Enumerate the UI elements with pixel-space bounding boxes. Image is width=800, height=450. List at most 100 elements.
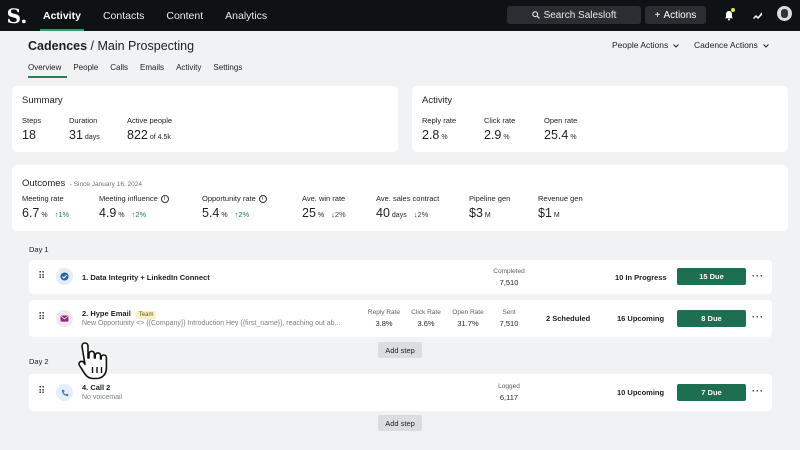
stat-duration: Duration 31 days (69, 116, 100, 142)
stat-label: Revenue gen (538, 194, 583, 203)
stat-label: Meeting influence (99, 194, 158, 203)
stat-value: 18 (22, 128, 36, 142)
delta-down: ↓2% (413, 210, 429, 219)
avatar[interactable] (777, 6, 792, 21)
outcomes-header: Outcomes - Since January 16, 2024 (22, 173, 142, 191)
salesloft-logo[interactable]: S. (2, 0, 32, 31)
stat-meeting-influence: Meeting influence i 4.9% ↑2% (99, 194, 169, 220)
tab-people[interactable]: People (67, 63, 104, 78)
stat-label: Meeting rate (22, 194, 64, 203)
outcomes-title: Outcomes (22, 178, 66, 189)
tab-settings[interactable]: Settings (207, 63, 248, 78)
search-button[interactable]: Search Salesloft (507, 6, 641, 24)
breadcrumb-current: / Main Prospecting (87, 39, 195, 53)
nav-tab-analytics[interactable]: Analytics (214, 0, 278, 31)
more-icon[interactable]: ··· (752, 271, 764, 281)
people-actions-dropdown[interactable]: People Actions (612, 40, 680, 50)
step-row[interactable]: ⠿ 1. Data Integrity + LinkedIn Connect C… (29, 260, 772, 294)
cadence-actions-dropdown[interactable]: Cadence Actions (694, 40, 769, 50)
drag-handle-icon[interactable]: ⠿ (38, 312, 45, 323)
drag-handle-icon[interactable]: ⠿ (38, 386, 45, 397)
step-row[interactable]: ⠿ 4. Call 2 No voicemail Logged 6,117 10… (29, 374, 772, 411)
actions-button[interactable]: + Actions (645, 6, 706, 24)
summary-title: Summary (22, 95, 63, 106)
stat-reply-rate: Reply rate 2.8% (422, 116, 456, 142)
tab-activity[interactable]: Activity (170, 63, 207, 78)
page-title: Cadences / Main Prospecting (28, 39, 194, 53)
stat-value: 31 (69, 128, 83, 142)
stat-label: Active people (127, 116, 173, 125)
scheduled-count[interactable]: 2 Scheduled (546, 314, 590, 323)
metric-label: Completed (493, 268, 525, 275)
activity-card: Activity Reply rate 2.8% Click rate 2.9%… (412, 86, 788, 152)
step-title[interactable]: 1. Data Integrity + LinkedIn Connect (82, 273, 210, 282)
stat-value: $3 (469, 206, 483, 220)
upcoming-count[interactable]: 10 Upcoming (617, 388, 664, 397)
tab-overview[interactable]: Overview (28, 63, 68, 78)
day-label: Day 1 (29, 245, 49, 254)
percent-unit: % (317, 212, 325, 219)
stat-label: Steps (22, 116, 42, 125)
summary-card: Summary Steps 18 Duration 31 days Active … (12, 86, 398, 152)
stat-label: Open rate (544, 116, 578, 125)
percent-unit: % (503, 134, 510, 141)
info-icon[interactable]: i (160, 194, 169, 203)
stat-win-rate: Ave. win rate 25% ↓2% (302, 194, 346, 220)
step-row[interactable]: ⠿ 2. Hype Email Team New Opportunity <> {… (29, 300, 772, 337)
nav-tab-activity[interactable]: Activity (32, 0, 92, 31)
add-step-button[interactable]: Add step (378, 342, 422, 358)
percent-unit: % (221, 212, 228, 219)
search-icon (531, 11, 540, 19)
info-icon[interactable]: i (258, 194, 267, 203)
metric-logged: Logged 6,117 (479, 383, 539, 402)
nav-tab-content[interactable]: Content (155, 0, 214, 31)
delta-up: ↑2% (131, 210, 147, 219)
stat-value: 25 (302, 206, 316, 220)
breadcrumb-cadences[interactable]: Cadences (28, 39, 87, 53)
cadence-actions-label: Cadence Actions (694, 40, 758, 50)
actions-label: Actions (663, 9, 697, 21)
due-button[interactable]: 7 Due (677, 384, 746, 401)
notification-dot (731, 8, 735, 12)
stat-value: 822 (127, 128, 148, 142)
sub-tabs: Overview People Calls Emails Activity Se… (28, 63, 248, 78)
stat-unit: days (391, 212, 407, 219)
stat-pipeline-gen: Pipeline gen $3 M (469, 194, 510, 220)
metric-value: 7,510 (499, 278, 519, 287)
more-icon[interactable]: ··· (752, 386, 764, 396)
tab-calls[interactable]: Calls (104, 63, 134, 78)
activity-title: Activity (422, 95, 453, 106)
rocket-icon[interactable] (750, 8, 764, 22)
upcoming-count[interactable]: 16 Upcoming (617, 314, 664, 323)
metric-value: 7,510 (499, 319, 519, 328)
stat-label: Ave. sales contract (376, 194, 440, 203)
stat-value: 6.7 (22, 206, 40, 220)
chevron-down-icon (673, 40, 680, 50)
due-button[interactable]: 15 Due (677, 268, 746, 285)
search-label: Search Salesloft (543, 9, 617, 21)
email-icon (56, 310, 73, 327)
percent-unit: % (118, 212, 125, 219)
step-title[interactable]: 2. Hype Email Team (82, 309, 157, 319)
stat-value: 2.9 (484, 128, 502, 142)
stat-value: 25.4 (544, 128, 569, 142)
stat-label: Reply rate (422, 116, 457, 125)
due-button[interactable]: 8 Due (677, 310, 746, 327)
drag-handle-icon[interactable]: ⠿ (38, 271, 45, 282)
in-progress-count[interactable]: 10 In Progress (615, 273, 667, 282)
add-step-button[interactable]: Add step (378, 415, 422, 431)
delta-up: ↑2% (234, 210, 250, 219)
stat-value: 5.4 (202, 206, 220, 220)
percent-unit: % (570, 134, 577, 141)
stat-value: 40 (376, 206, 390, 220)
step-title[interactable]: 4. Call 2 (82, 383, 110, 392)
stat-click-rate: Click rate 2.9% (484, 116, 515, 142)
stat-opportunity-rate: Opportunity rate i 5.4% ↑2% (202, 194, 267, 220)
stat-active-people: Active people 822 of 4.5k (127, 116, 172, 142)
stat-sales-contract: Ave. sales contract 40 days ↓2% (376, 194, 439, 220)
delta-up: ↑1% (54, 210, 70, 219)
nav-tab-contacts[interactable]: Contacts (92, 0, 155, 31)
more-icon[interactable]: ··· (752, 312, 764, 322)
outcomes-card: Outcomes - Since January 16, 2024 Meetin… (12, 165, 788, 231)
tab-emails[interactable]: Emails (134, 63, 170, 78)
